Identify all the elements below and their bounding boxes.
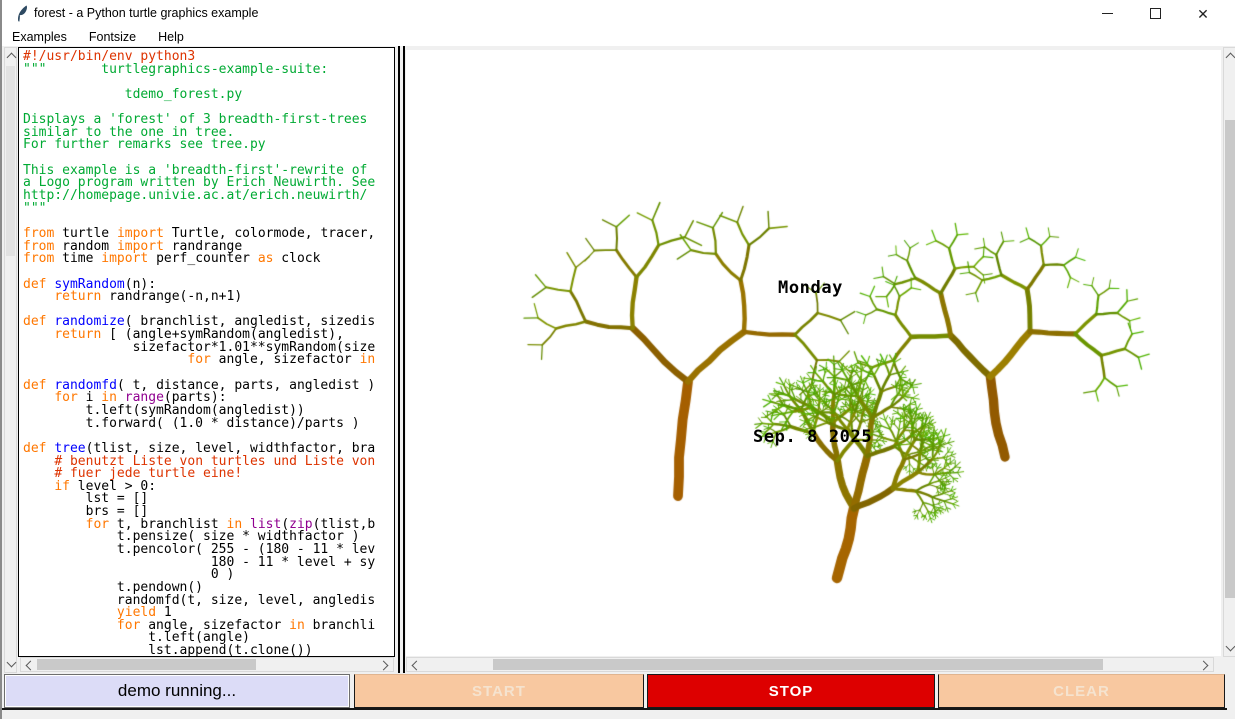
menu-item-help[interactable]: Help xyxy=(158,30,184,44)
canvas-hscroll-thumb[interactable] xyxy=(493,659,1103,670)
canvas-label: Sep. 8 2025 xyxy=(753,427,872,447)
scroll-up-icon[interactable] xyxy=(1226,53,1235,63)
code-vertical-scrollbar[interactable] xyxy=(4,47,17,673)
menu-bar: Examples Fontsize Help xyxy=(2,27,1235,46)
menu-item-fontsize[interactable]: Fontsize xyxy=(89,30,136,44)
code-line: from time import perf_counter as clock xyxy=(23,253,394,266)
status-text: demo running... xyxy=(118,681,236,701)
close-icon: ✕ xyxy=(1197,7,1209,21)
canvas-horizontal-scrollbar[interactable] xyxy=(406,657,1214,672)
code-hscroll-thumb[interactable] xyxy=(37,659,256,670)
pane-sash[interactable] xyxy=(398,46,405,673)
maximize-icon xyxy=(1150,8,1161,19)
python-feather-icon xyxy=(15,5,30,22)
app-window: forest - a Python turtle graphics exampl… xyxy=(0,0,1235,719)
code-line: http://homepage.univie.ac.at/erich.neuwi… xyxy=(23,190,394,203)
maximize-button[interactable] xyxy=(1138,0,1172,27)
code-line: tdemo_forest.py xyxy=(23,89,394,102)
code-vscroll-thumb[interactable] xyxy=(6,66,15,256)
turtle-canvas xyxy=(406,50,1221,656)
code-line: for angle, sizefactor in xyxy=(23,354,394,367)
code-line: For further remarks see tree.py xyxy=(23,139,394,152)
code-editor[interactable]: #!/usr/bin/env python3""" turtlegraphics… xyxy=(18,47,395,657)
code-line: """ xyxy=(23,203,394,216)
start-button[interactable]: START xyxy=(354,674,644,708)
code-line: """ turtlegraphics-example-suite: xyxy=(23,64,394,77)
scroll-down-icon[interactable] xyxy=(7,658,17,668)
minimize-icon xyxy=(1102,13,1113,14)
status-display: demo running... xyxy=(4,674,350,708)
scroll-right-icon[interactable] xyxy=(1199,661,1209,671)
scroll-up-icon[interactable] xyxy=(7,53,17,63)
menu-item-examples[interactable]: Examples xyxy=(12,30,67,44)
canvas-vscroll-thumb[interactable] xyxy=(1225,120,1235,598)
code-line: t.forward( (1.0 * distance)/parts ) xyxy=(23,418,394,431)
control-bar: demo running... START STOP CLEAR xyxy=(2,674,1227,710)
close-button[interactable]: ✕ xyxy=(1186,0,1220,27)
turtle-canvas-area: Monday Sep. 8 2025 xyxy=(406,50,1221,656)
code-horizontal-scrollbar[interactable] xyxy=(20,657,394,672)
scroll-down-icon[interactable] xyxy=(1226,642,1235,652)
canvas-vertical-scrollbar[interactable] xyxy=(1223,47,1235,657)
minimize-button[interactable] xyxy=(1090,0,1124,27)
code-line: lst.append(t.clone()) xyxy=(23,645,394,657)
scroll-right-icon[interactable] xyxy=(379,661,389,671)
scroll-left-icon[interactable] xyxy=(26,661,36,671)
code-line: return randrange(-n,n+1) xyxy=(23,291,394,304)
window-title: forest - a Python turtle graphics exampl… xyxy=(34,6,258,20)
title-bar: forest - a Python turtle graphics exampl… xyxy=(2,0,1235,27)
stop-button[interactable]: STOP xyxy=(647,674,935,708)
canvas-label: Monday xyxy=(778,278,843,298)
scroll-left-icon[interactable] xyxy=(412,661,422,671)
clear-button[interactable]: CLEAR xyxy=(938,674,1225,708)
